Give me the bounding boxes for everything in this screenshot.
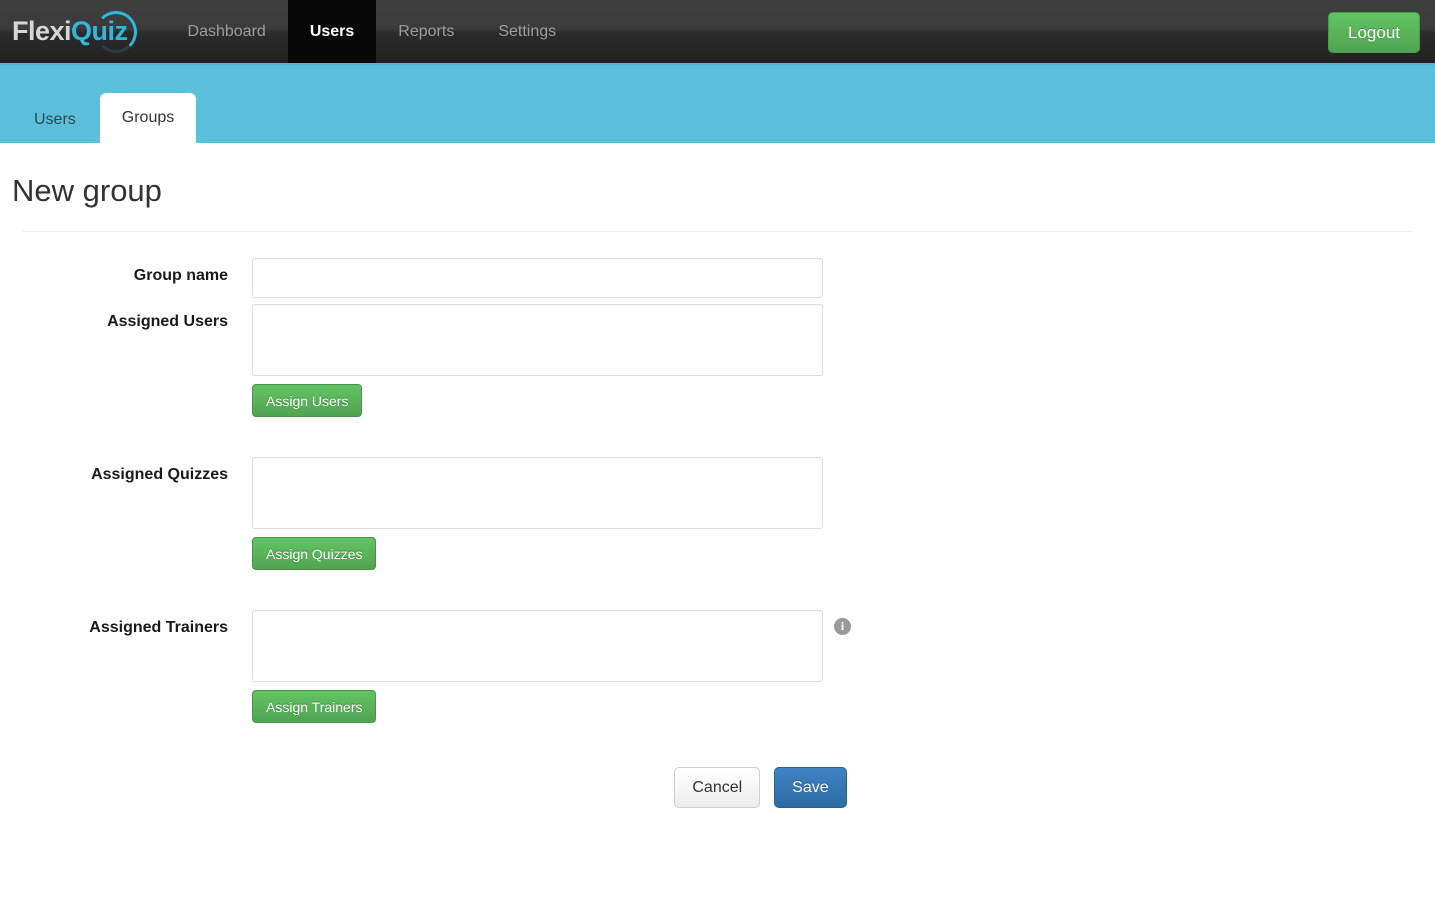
top-navbar: Flexi Quiz Dashboard Users Reports Settin…: [0, 0, 1435, 65]
cancel-button[interactable]: Cancel: [674, 767, 761, 808]
assigned-quizzes-field-wrap: [252, 457, 823, 529]
group-name-input[interactable]: [252, 258, 823, 298]
logout-button[interactable]: Logout: [1328, 12, 1420, 53]
nav-item-reports[interactable]: Reports: [376, 0, 476, 63]
group-name-control: [252, 258, 823, 298]
assigned-trainers-field-wrap: i: [252, 610, 851, 682]
tab-groups[interactable]: Groups: [99, 93, 197, 143]
flexiquiz-logo: Flexi Quiz: [12, 10, 137, 53]
assigned-users-button-row: Assign Users: [252, 384, 823, 417]
section-spacer-1: [12, 423, 1423, 457]
assigned-users-control: Assign Users: [252, 304, 823, 417]
page-title: New group: [12, 173, 162, 208]
nav-item-settings[interactable]: Settings: [476, 0, 578, 63]
brand-name-part1: Flexi: [12, 16, 72, 46]
assigned-users-field-wrap: [252, 304, 823, 376]
new-group-form: Group name Assigned Users Assign Users A…: [12, 232, 1423, 808]
form-row-assigned-users: Assigned Users Assign Users: [12, 304, 1423, 417]
save-button[interactable]: Save: [774, 767, 847, 808]
sub-tab-bar: Users Groups: [0, 65, 1435, 143]
nav-item-users[interactable]: Users: [287, 0, 377, 63]
section-spacer-2: [12, 576, 1423, 610]
assigned-trainers-input[interactable]: [252, 610, 823, 682]
form-actions: Cancel Save: [12, 767, 1423, 808]
assigned-trainers-control: i Assign Trainers: [252, 610, 851, 723]
tab-users[interactable]: Users: [12, 97, 98, 143]
assigned-quizzes-button-row: Assign Quizzes: [252, 537, 823, 570]
form-row-assigned-trainers: Assigned Trainers i Assign Trainers: [12, 610, 1423, 723]
label-assigned-trainers: Assigned Trainers: [89, 619, 228, 636]
assigned-trainers-button-row: Assign Trainers: [252, 690, 851, 723]
assign-users-button[interactable]: Assign Users: [252, 384, 363, 417]
assigned-users-input[interactable]: [252, 304, 823, 376]
brand-logo-link[interactable]: Flexi Quiz: [0, 0, 146, 63]
main-content: New group Group name Assigned Users Assi…: [0, 173, 1435, 808]
assigned-quizzes-input[interactable]: [252, 457, 823, 529]
label-assigned-users: Assigned Users: [107, 313, 228, 330]
label-group-name: Group name: [133, 267, 228, 284]
navbar-items: Dashboard Users Reports Settings: [166, 0, 579, 63]
label-assigned-quizzes: Assigned Quizzes: [91, 466, 228, 483]
brand-name-part2: Quiz: [71, 16, 128, 46]
info-icon[interactable]: i: [834, 618, 851, 635]
assigned-quizzes-control: Assign Quizzes: [252, 457, 823, 570]
assign-trainers-button[interactable]: Assign Trainers: [252, 690, 377, 723]
form-row-assigned-quizzes: Assigned Quizzes Assign Quizzes: [12, 457, 1423, 570]
assign-quizzes-button[interactable]: Assign Quizzes: [252, 537, 377, 570]
form-row-group-name: Group name: [12, 258, 1423, 298]
nav-item-dashboard[interactable]: Dashboard: [166, 0, 288, 63]
